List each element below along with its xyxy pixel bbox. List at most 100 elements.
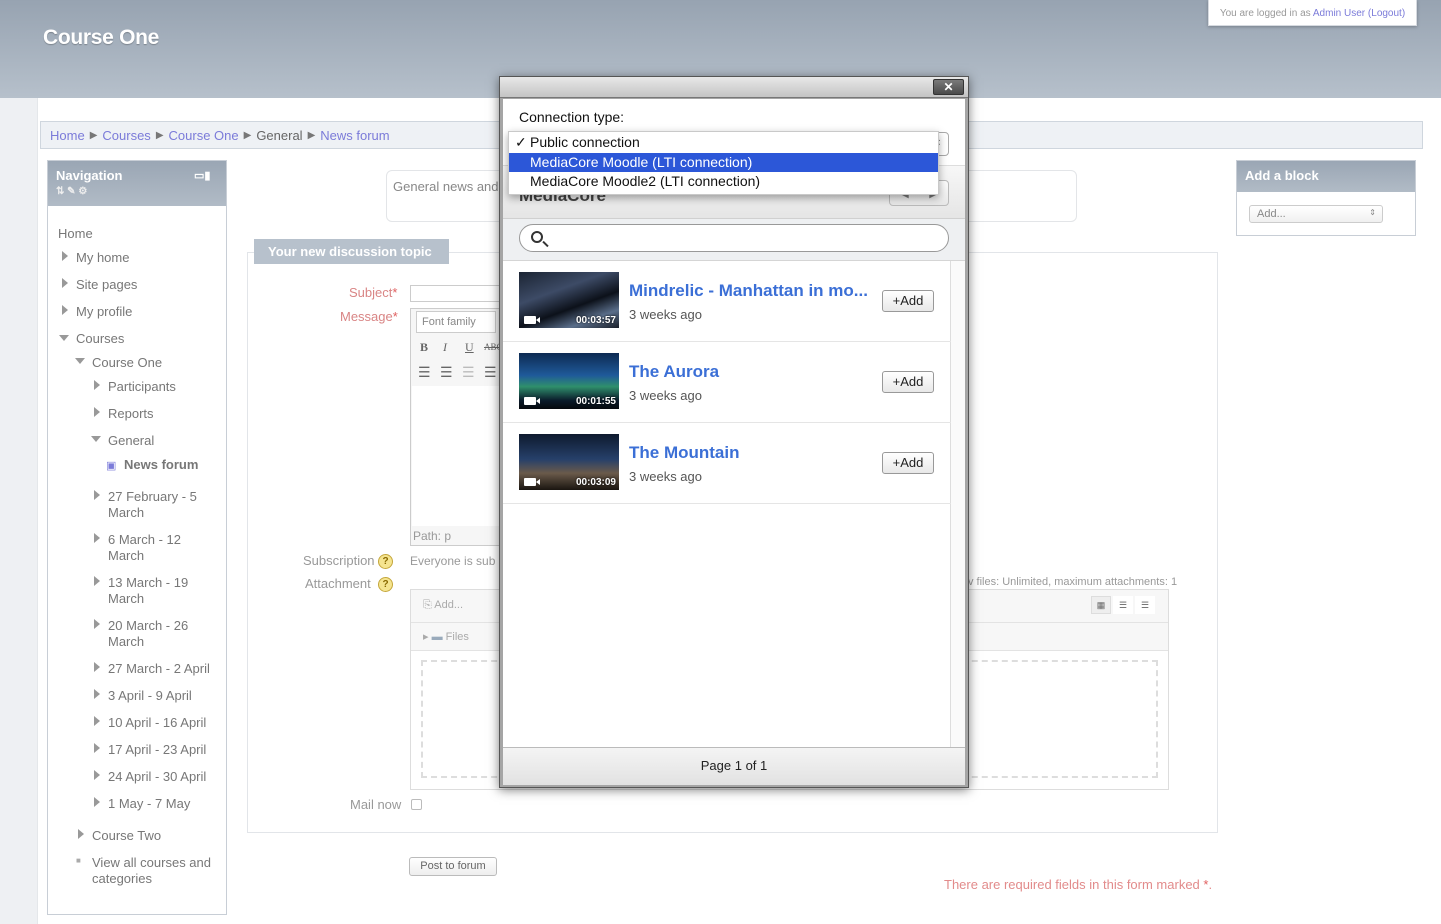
help-icon[interactable]: ? (378, 577, 393, 592)
expand-icon[interactable] (94, 407, 100, 417)
nav-view-all-line2: categories (92, 871, 152, 886)
nav-week-10[interactable]: 1 May - 7 May (108, 796, 190, 812)
nav-participants[interactable]: Participants (108, 379, 176, 395)
nav-week-7[interactable]: 10 April - 16 April (108, 715, 206, 731)
expand-icon[interactable] (94, 743, 100, 753)
expand-icon[interactable] (94, 533, 100, 543)
block-dock-icon[interactable]: ▭▮ (194, 169, 210, 182)
forum-intro-text: General news and (393, 179, 499, 194)
list-view-icon[interactable]: ☰ (1113, 596, 1133, 614)
mail-now-checkbox[interactable] (411, 799, 422, 810)
nav-reports[interactable]: Reports (108, 406, 154, 422)
site-title[interactable]: Course One (43, 26, 159, 50)
folder-icon: ▬ (431, 631, 443, 643)
connection-option-moodle2[interactable]: MediaCore Moodle2 (LTI connection) (509, 172, 938, 191)
expand-icon[interactable] (78, 829, 84, 839)
icon-view-icon[interactable]: ▦ (1091, 596, 1111, 614)
bullet-icon: ■ (76, 856, 81, 865)
expand-icon[interactable] (94, 797, 100, 807)
underline-icon[interactable]: U (465, 340, 474, 355)
user-link[interactable]: Admin User (1313, 8, 1365, 19)
expand-icon[interactable] (94, 689, 100, 699)
add-media-button[interactable]: +Add (882, 371, 934, 393)
add-file-button[interactable]: ⎘ Add... (423, 599, 463, 612)
font-family-select[interactable]: Font family (416, 311, 496, 333)
numbered-list-icon[interactable]: ☰ (440, 365, 453, 382)
nav-news-forum[interactable]: News forum (124, 457, 198, 473)
expand-icon[interactable] (94, 770, 100, 780)
expand-icon[interactable] (94, 662, 100, 672)
expand-icon[interactable] (62, 305, 68, 315)
media-title[interactable]: The Aurora (629, 362, 719, 382)
expand-icon[interactable] (94, 576, 100, 586)
nav-week-2[interactable]: 6 March - 12 March (108, 532, 181, 564)
nav-week-9[interactable]: 24 April - 30 April (108, 769, 206, 785)
add-media-button[interactable]: +Add (882, 290, 934, 312)
indent-icon[interactable]: ☰ (484, 365, 497, 382)
nav-site-pages[interactable]: Site pages (76, 277, 137, 293)
nav-week-3-line2: March (108, 591, 145, 606)
nav-week-1-line1: 27 February - 5 (108, 489, 197, 504)
expand-icon[interactable] (94, 619, 100, 629)
connection-option-moodle[interactable]: MediaCore Moodle (LTI connection) (509, 153, 938, 172)
logout-link[interactable]: (Logout) (1368, 8, 1405, 19)
nav-courses[interactable]: Courses (76, 331, 124, 347)
expand-icon[interactable] (94, 380, 100, 390)
breadcrumb-courses[interactable]: Courses (102, 128, 150, 143)
add-block-select[interactable]: Add... ⇕ (1249, 205, 1383, 223)
media-title[interactable]: Mindrelic - Manhattan in mo... (629, 281, 868, 301)
video-thumbnail[interactable]: 00:01:55 (519, 353, 619, 409)
block-move-icon[interactable]: ⇅ ✎ ⚙ (56, 186, 218, 197)
nav-week-6[interactable]: 3 April - 9 April (108, 688, 192, 704)
breadcrumb-news-forum[interactable]: News forum (320, 128, 389, 143)
nav-home[interactable]: Home (58, 226, 93, 242)
tree-view-icon[interactable]: ☰ (1135, 596, 1155, 614)
nav-course-one[interactable]: Course One (92, 355, 162, 371)
close-icon[interactable]: ✕ (933, 79, 964, 95)
expand-icon[interactable] (94, 490, 100, 500)
help-icon[interactable]: ? (378, 554, 393, 569)
collapse-icon[interactable] (91, 436, 101, 442)
message-textarea[interactable] (412, 386, 500, 526)
view-switcher: ▦ ☰ ☰ (1091, 596, 1155, 614)
media-list-scrollbar[interactable] (951, 261, 965, 747)
navigation-header: Navigation ⇅ ✎ ⚙ ▭▮ (48, 161, 226, 206)
connection-type-label: Connection type: (519, 109, 625, 125)
bold-icon[interactable]: B (420, 340, 428, 355)
nav-my-home[interactable]: My home (76, 250, 129, 266)
breadcrumb-home[interactable]: Home (50, 128, 85, 143)
breadcrumb-course-one[interactable]: Course One (169, 128, 239, 143)
add-media-button[interactable]: +Add (882, 452, 934, 474)
media-title[interactable]: The Mountain (629, 443, 739, 463)
collapse-icon[interactable] (75, 358, 85, 364)
bullet-list-icon[interactable]: ☰ (418, 365, 431, 382)
expand-icon[interactable] (62, 278, 68, 288)
video-thumbnail[interactable]: 00:03:09 (519, 434, 619, 490)
nav-week-1[interactable]: 27 February - 5 March (108, 489, 197, 521)
italic-icon[interactable]: I (443, 340, 447, 355)
path-arrow-icon: ▸ (423, 631, 429, 643)
search-input[interactable] (519, 224, 949, 252)
pagination: Page 1 of 1 (503, 747, 965, 785)
required-icon: * (392, 285, 398, 300)
nav-week-8[interactable]: 17 April - 23 April (108, 742, 206, 758)
connection-option-public[interactable]: ✓ Public connection (509, 133, 938, 152)
search-bar (503, 219, 965, 261)
nav-course-two[interactable]: Course Two (92, 828, 161, 844)
nav-my-profile[interactable]: My profile (76, 304, 132, 320)
nav-week-3[interactable]: 13 March - 19 March (108, 575, 188, 607)
nav-week-4[interactable]: 20 March - 26 March (108, 618, 188, 650)
subject-input[interactable] (410, 285, 500, 302)
collapse-icon[interactable] (59, 335, 69, 341)
video-thumbnail[interactable]: 00:03:57 (519, 272, 619, 328)
expand-icon[interactable] (94, 716, 100, 726)
subject-label: Subject* (349, 285, 397, 300)
nav-view-all-courses[interactable]: View all courses and categories (92, 855, 211, 887)
nav-week-5[interactable]: 27 March - 2 April (108, 661, 210, 677)
media-item: 00:03:57 Mindrelic - Manhattan in mo... … (503, 261, 951, 342)
post-to-forum-button[interactable]: Post to forum (409, 857, 497, 876)
nav-general[interactable]: General (108, 433, 154, 449)
expand-icon[interactable] (62, 251, 68, 261)
outdent-icon[interactable]: ☰ (462, 365, 475, 382)
files-folder-label[interactable]: Files (446, 631, 469, 643)
